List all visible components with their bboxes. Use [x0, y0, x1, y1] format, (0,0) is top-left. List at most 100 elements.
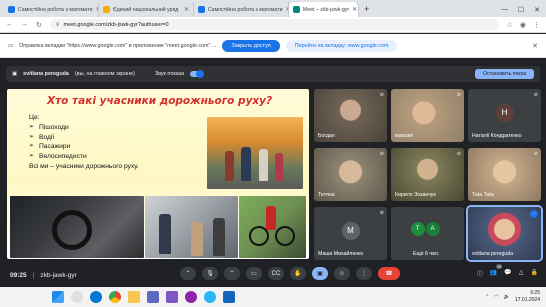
people-icon[interactable]: 👥 15: [490, 264, 503, 278]
call-controls: ⌃ 🎙 ⌃ ▭ CC ✋ ▣ ☺ ⋮ ☎: [180, 267, 400, 280]
presenter-status: (вы, на главном экране): [74, 71, 135, 77]
cyclist-photo: [239, 196, 306, 258]
mic-muted-icon: ⊘: [456, 92, 461, 98]
participant-name: Кирило Зозанчук: [395, 192, 436, 198]
search-icon[interactable]: [71, 291, 83, 303]
switch-tab-button[interactable]: Перейти на вкладку: www.google.com: [285, 39, 398, 52]
mic-muted-icon: ⊘: [379, 92, 384, 98]
browser-actions: ☆ ◉ ⋮: [507, 21, 540, 29]
show-sound-label: Звук показа: [154, 71, 185, 77]
close-tab-icon[interactable]: ✕: [184, 6, 189, 13]
reactions-icon[interactable]: ☺: [334, 267, 350, 280]
back-icon[interactable]: ←: [6, 21, 13, 28]
close-tab-icon[interactable]: ✕: [352, 6, 357, 13]
meeting-clock: 09:25: [10, 271, 27, 279]
present-screen-icon: ▣: [12, 71, 18, 77]
participant-tile[interactable]: Н ⊘ Наталії Кондратенко: [468, 89, 541, 142]
info-icon[interactable]: ⓘ: [477, 269, 483, 278]
meeting-code: zkb-jawk-gyr: [40, 271, 77, 279]
profile-icon[interactable]: ◉: [520, 21, 526, 29]
clock-date: 17.01.2024: [514, 296, 540, 303]
participant-name: максим: [395, 133, 413, 139]
participant-tile[interactable]: ⊘ Кирило Зозанчук: [391, 148, 464, 201]
slide-conclusion: Всі ми – учасники дорожнього руху.: [29, 162, 139, 170]
tab-favicon-icon: [198, 6, 205, 13]
stop-sharing-button[interactable]: Закрыть доступ: [222, 39, 280, 52]
stop-presenting-button[interactable]: Остановить показ: [474, 69, 534, 79]
close-window-icon[interactable]: ✕: [534, 6, 540, 14]
participant-tile[interactable]: ⊘ Богдан: [314, 89, 387, 142]
taskbar-apps: [52, 291, 235, 303]
participant-tile[interactable]: ⊘ Таtа Таtа: [468, 148, 541, 201]
self-view-tile[interactable]: ⋯ svitlana pereguda: [466, 205, 543, 262]
tab-favicon-icon: [103, 6, 110, 13]
chat-icon[interactable]: 💬: [504, 269, 511, 278]
show-sound-toggle[interactable]: [190, 70, 205, 78]
menu-icon[interactable]: ⋮: [533, 21, 540, 29]
system-clock[interactable]: 9:25 17.01.2024: [515, 290, 540, 303]
participant-name: Таtа Таtа: [472, 192, 494, 198]
tray-chevron-icon[interactable]: ⌃: [485, 294, 489, 300]
word-icon[interactable]: [223, 291, 235, 303]
browser-tab-strip: Самостійна робота з математи ✕ Єдиний на…: [0, 0, 546, 17]
chrome-icon[interactable]: [109, 291, 121, 303]
captions-icon[interactable]: CC: [268, 267, 284, 280]
participant-tile[interactable]: ⊘ Тетяна: [314, 148, 387, 201]
more-participants-tile[interactable]: Т А Ещё 6 чел.: [391, 207, 464, 260]
reload-icon[interactable]: ↻: [36, 21, 42, 29]
participant-avatar: Н: [495, 103, 514, 122]
maximize-icon[interactable]: ☐: [518, 6, 524, 14]
more-options-icon[interactable]: ⋮: [356, 267, 372, 280]
leave-call-icon[interactable]: ☎: [378, 267, 400, 280]
slide-list-item: Пасажири: [29, 142, 139, 152]
new-tab-button[interactable]: +: [359, 2, 374, 17]
participant-tile[interactable]: ⊘ максим: [391, 89, 464, 142]
presenter-bar: ▣ svitlana pereguda (вы, на главном экра…: [6, 66, 540, 82]
toolbar-separator: |: [32, 271, 35, 279]
edge-icon[interactable]: [90, 291, 102, 303]
slide-list-item: Велосипедисти: [29, 152, 139, 162]
system-tray: ⌃ ◠ 🔈 9:25 17.01.2024: [485, 290, 540, 303]
participant-name: Маша Михайленко: [318, 251, 364, 257]
present-screen-icon[interactable]: ▣: [312, 267, 328, 280]
star-icon[interactable]: ☆: [507, 21, 513, 29]
viber-icon[interactable]: [185, 291, 197, 303]
meeting-toolbar: 09:25 | zkb-jawk-gyr ⌃ 🎙 ⌃ ▭ CC ✋ ▣ ☺ ⋮ …: [0, 264, 546, 285]
mic-muted-icon: ⊘: [533, 151, 538, 157]
close-infobar-icon[interactable]: ✕: [532, 42, 538, 50]
participant-avatar: Т: [410, 221, 425, 236]
site-info-icon[interactable]: ⚲: [56, 22, 60, 28]
host-controls-icon[interactable]: 🔒: [531, 269, 538, 278]
side-panel-controls: ⓘ 👥 15 💬 △ 🔒: [477, 264, 538, 278]
folder-icon[interactable]: [128, 291, 140, 303]
store-icon[interactable]: [147, 291, 159, 303]
presenter-name: svitlana pereguda: [23, 71, 69, 77]
participant-tile[interactable]: М ⊘ Маша Михайленко: [314, 207, 387, 260]
browser-tab-3[interactable]: Самостійна робота з математи ✕: [194, 2, 289, 17]
more-video-icon[interactable]: ⌃: [224, 267, 240, 280]
participant-name: Тетяна: [318, 192, 335, 198]
media-icon[interactable]: [166, 291, 178, 303]
browser-tab-meet[interactable]: Meet – zkb-jswk-gyr ✕: [289, 2, 359, 17]
browser-tab-1[interactable]: Самостійна робота з математи ✕: [4, 2, 99, 17]
slide-text: Це: Пішоходи Водії Пасажири Велосипедист…: [29, 113, 139, 172]
more-audio-icon[interactable]: ⌃: [180, 267, 196, 280]
microphone-icon[interactable]: 🎙: [202, 267, 218, 280]
start-icon[interactable]: [52, 291, 64, 303]
volume-icon[interactable]: 🔈: [504, 294, 510, 300]
more-options-icon[interactable]: ⋯: [530, 210, 538, 218]
url-field[interactable]: ⚲ meet.google.com/zkb-jswk-gyr?authuser=…: [49, 19, 499, 30]
browser-tab-2[interactable]: Єдиний національний уряд ✕: [99, 2, 194, 17]
activities-icon[interactable]: △: [519, 269, 524, 278]
pedestrians-photo: [207, 117, 303, 189]
minimize-icon[interactable]: —: [501, 6, 508, 13]
raise-hand-icon[interactable]: ✋: [290, 267, 306, 280]
sharing-infobar: ▭ Оправлка вкладки "https://www.google.c…: [0, 34, 546, 58]
tab-title: Самостійна робота з математи: [18, 6, 93, 13]
wifi-icon[interactable]: ◠: [494, 294, 498, 300]
camera-icon[interactable]: ▭: [246, 267, 262, 280]
forward-icon[interactable]: →: [21, 21, 28, 28]
telegram-icon[interactable]: [204, 291, 216, 303]
participants-count: 15: [495, 264, 503, 269]
meet-favicon-icon: [293, 6, 300, 13]
